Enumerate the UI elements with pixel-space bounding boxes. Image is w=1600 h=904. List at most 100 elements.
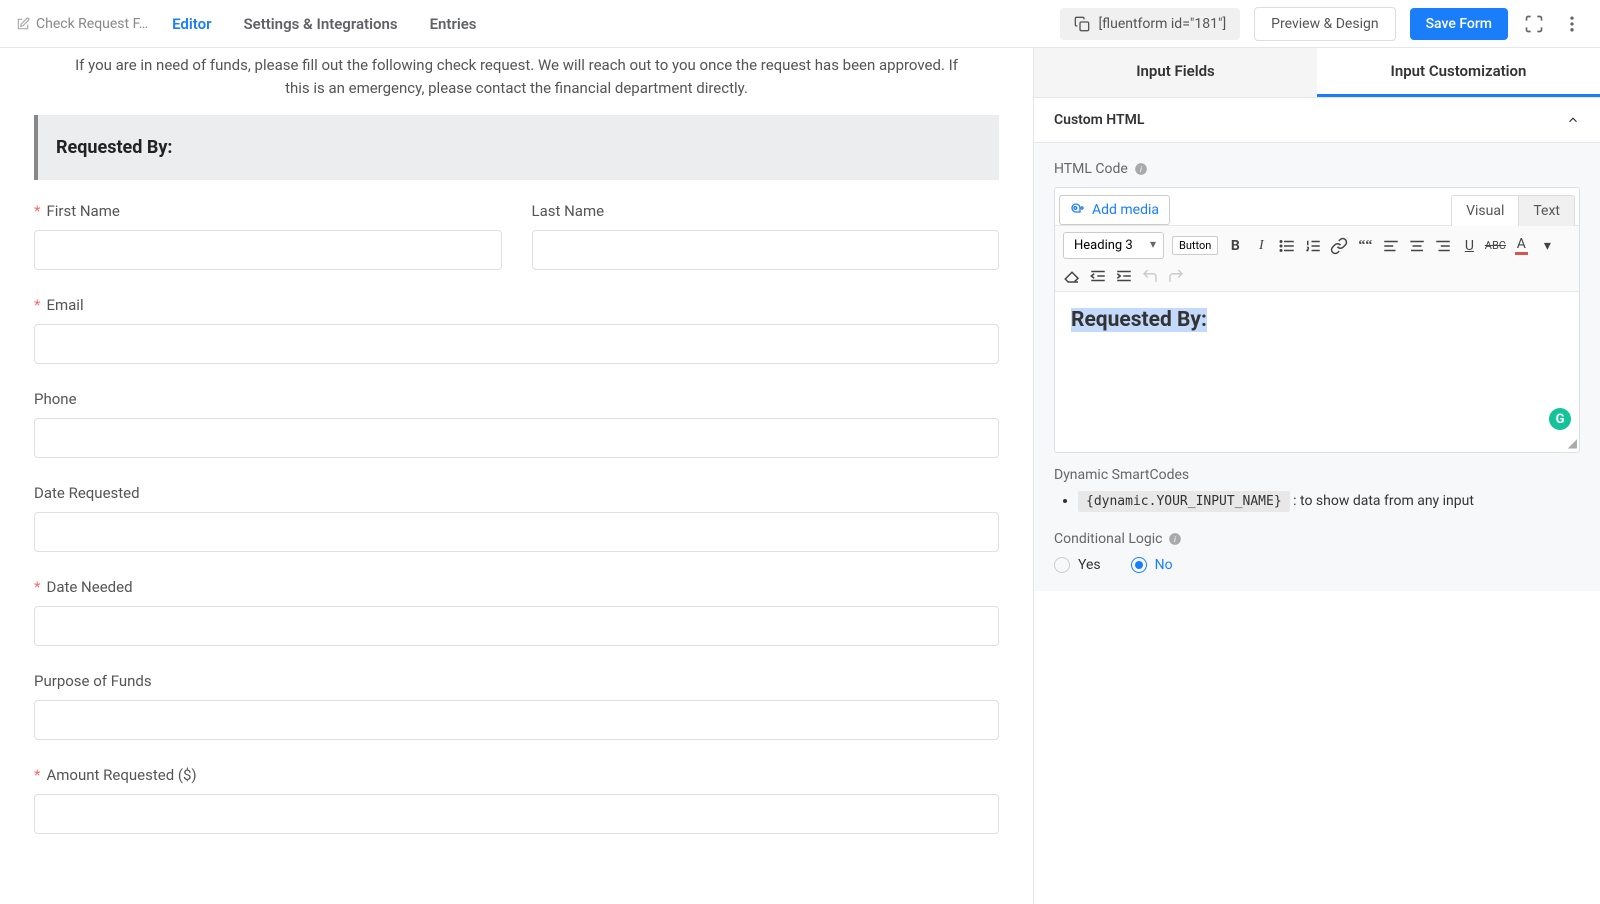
- redo-button[interactable]: [1167, 267, 1185, 285]
- grammarly-icon[interactable]: G: [1549, 408, 1571, 430]
- tab-settings[interactable]: Settings & Integrations: [243, 15, 397, 33]
- field-amount[interactable]: *Amount Requested ($): [34, 766, 999, 834]
- email-label: *Email: [34, 296, 999, 314]
- align-right-button[interactable]: [1434, 237, 1452, 255]
- link-button[interactable]: [1330, 237, 1348, 255]
- align-center-button[interactable]: [1408, 237, 1426, 255]
- topbar-right: [fluentform id="181"] Preview & Design S…: [1060, 7, 1584, 41]
- bold-button[interactable]: B: [1226, 237, 1244, 255]
- phone-label: Phone: [34, 390, 999, 408]
- redo-icon: [1167, 267, 1185, 285]
- purpose-row: Purpose of Funds: [34, 672, 999, 740]
- add-media-button[interactable]: Add media: [1059, 195, 1170, 225]
- name-row: *First Name Last Name: [34, 202, 999, 270]
- svg-text:i: i: [1140, 164, 1142, 174]
- email-input[interactable]: [34, 324, 999, 364]
- shortcode-box[interactable]: [fluentform id="181"]: [1060, 8, 1240, 40]
- field-last-name[interactable]: Last Name: [532, 202, 1000, 270]
- form-canvas: If you are in need of funds, please fill…: [0, 48, 1033, 904]
- required-asterisk: *: [34, 766, 40, 784]
- rte-top-row: Add media Visual Text: [1055, 188, 1579, 225]
- italic-button[interactable]: I: [1252, 237, 1270, 255]
- tab-editor[interactable]: Editor: [172, 15, 211, 33]
- field-date-requested[interactable]: Date Requested: [34, 484, 999, 552]
- field-phone[interactable]: Phone: [34, 390, 999, 458]
- text-color-button[interactable]: A: [1512, 237, 1530, 255]
- align-left-button[interactable]: [1382, 237, 1400, 255]
- bullet-list-button[interactable]: [1278, 237, 1296, 255]
- smartcode-code: {dynamic.YOUR_INPUT_NAME}: [1078, 491, 1290, 512]
- rte-content-area[interactable]: Requested By: G ◢: [1055, 292, 1579, 452]
- smartcodes-section: Dynamic SmartCodes {dynamic.YOUR_INPUT_N…: [1054, 467, 1580, 509]
- rte-mode-tabs: Visual Text: [1451, 194, 1575, 225]
- amount-input[interactable]: [34, 794, 999, 834]
- format-select[interactable]: Heading 3: [1063, 232, 1164, 259]
- intro-text: If you are in need of funds, please fill…: [34, 48, 999, 115]
- tab-input-fields[interactable]: Input Fields: [1034, 48, 1317, 97]
- eraser-icon: [1063, 267, 1081, 285]
- required-asterisk: *: [34, 578, 40, 596]
- field-email[interactable]: *Email: [34, 296, 999, 364]
- radio-yes[interactable]: Yes: [1054, 557, 1101, 573]
- form-title[interactable]: Check Request F…: [16, 16, 148, 32]
- phone-input[interactable]: [34, 418, 999, 458]
- email-row: *Email: [34, 296, 999, 364]
- format-select-wrap[interactable]: Heading 3: [1063, 232, 1164, 259]
- indent-icon: [1115, 267, 1133, 285]
- more-menu-button[interactable]: [1560, 12, 1584, 36]
- radio-no-input[interactable]: [1131, 557, 1147, 573]
- underline-button[interactable]: U: [1460, 237, 1478, 255]
- html-code-label: HTML Code i: [1054, 161, 1580, 177]
- number-list-button[interactable]: [1304, 237, 1322, 255]
- align-right-icon: [1434, 237, 1452, 255]
- date-requested-label: Date Requested: [34, 484, 999, 502]
- date-needed-input[interactable]: [34, 606, 999, 646]
- radio-no[interactable]: No: [1131, 557, 1173, 573]
- radio-yes-input[interactable]: [1054, 557, 1070, 573]
- rte-tab-text[interactable]: Text: [1519, 195, 1575, 226]
- fullscreen-button[interactable]: [1522, 12, 1546, 36]
- conditional-radio-group: Yes No: [1054, 557, 1580, 573]
- tab-entries[interactable]: Entries: [430, 15, 477, 33]
- strikethrough-button[interactable]: ABC: [1486, 237, 1504, 255]
- section-header[interactable]: Requested By:: [34, 115, 999, 180]
- info-icon[interactable]: i: [1134, 162, 1148, 176]
- button-tag[interactable]: Button: [1172, 236, 1218, 255]
- last-name-input[interactable]: [532, 230, 1000, 270]
- blockquote-button[interactable]: ““: [1356, 237, 1374, 255]
- smartcodes-label: Dynamic SmartCodes: [1054, 467, 1580, 483]
- indent-button[interactable]: [1115, 267, 1133, 285]
- date-requested-row: Date Requested: [34, 484, 999, 552]
- topbar-left: Check Request F… Editor Settings & Integ…: [16, 15, 477, 33]
- undo-button[interactable]: [1141, 267, 1159, 285]
- phone-row: Phone: [34, 390, 999, 458]
- svg-text:i: i: [1174, 534, 1176, 544]
- save-form-button[interactable]: Save Form: [1410, 8, 1508, 40]
- rte-editor: Add media Visual Text Heading 3 Button B: [1054, 187, 1580, 453]
- first-name-input[interactable]: [34, 230, 502, 270]
- outdent-button[interactable]: [1089, 267, 1107, 285]
- date-requested-input[interactable]: [34, 512, 999, 552]
- smartcodes-list: {dynamic.YOUR_INPUT_NAME} : to show data…: [1054, 493, 1580, 509]
- conditional-label: Conditional Logic i: [1054, 531, 1580, 547]
- rte-tab-visual[interactable]: Visual: [1451, 195, 1519, 226]
- custom-html-panel-header[interactable]: Custom HTML: [1034, 98, 1600, 143]
- amount-row: *Amount Requested ($): [34, 766, 999, 834]
- resize-handle[interactable]: ◢: [1568, 436, 1577, 450]
- purpose-input[interactable]: [34, 700, 999, 740]
- number-list-icon: [1304, 237, 1322, 255]
- media-icon: [1070, 202, 1086, 218]
- custom-html-panel-body: HTML Code i Add media Visual Text: [1034, 143, 1600, 591]
- field-date-needed[interactable]: *Date Needed: [34, 578, 999, 646]
- tab-input-customization[interactable]: Input Customization: [1317, 48, 1600, 97]
- clear-format-button[interactable]: [1063, 267, 1081, 285]
- rte-heading: Requested By:: [1071, 308, 1207, 332]
- required-asterisk: *: [34, 202, 40, 220]
- field-first-name[interactable]: *First Name: [34, 202, 502, 270]
- link-icon: [1330, 237, 1348, 255]
- fullscreen-icon: [1524, 14, 1544, 34]
- text-color-dropdown[interactable]: ▾: [1538, 237, 1556, 255]
- field-purpose[interactable]: Purpose of Funds: [34, 672, 999, 740]
- info-icon[interactable]: i: [1168, 532, 1182, 546]
- preview-design-button[interactable]: Preview & Design: [1254, 7, 1395, 41]
